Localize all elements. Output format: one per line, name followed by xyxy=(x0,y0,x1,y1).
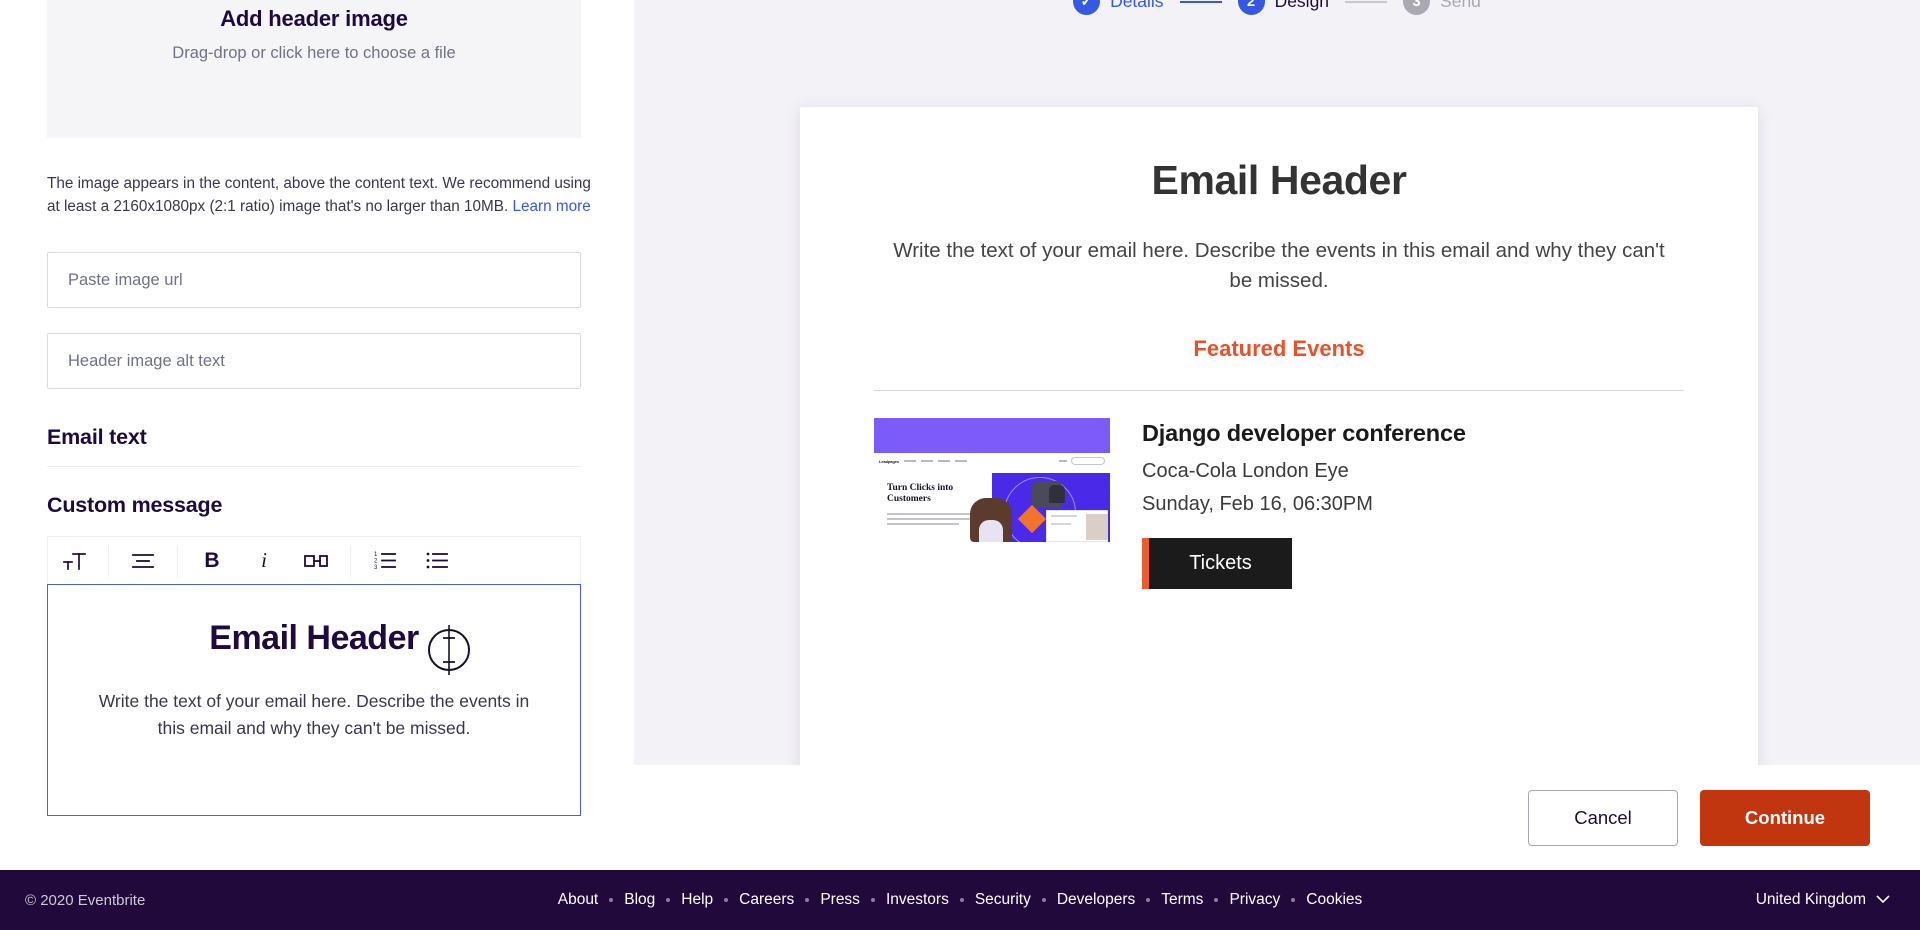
footer-link-security[interactable]: Security xyxy=(964,891,1042,909)
image-url-input[interactable] xyxy=(47,252,581,308)
step-design[interactable]: 2 Design xyxy=(1237,0,1330,15)
rich-text-toolbar: B i 1 2 3 xyxy=(47,536,581,584)
bullet-list-icon xyxy=(425,551,449,570)
toolbar-separator-1 xyxy=(108,544,109,577)
step-details[interactable]: ✓ Details xyxy=(1073,0,1164,15)
learn-more-link[interactable]: Learn more xyxy=(513,198,591,215)
thumbnail-portrait xyxy=(970,498,1012,542)
italic-icon: i xyxy=(261,548,267,572)
toolbar-separator-3 xyxy=(350,544,351,577)
preview-email-paragraph: Write the text of your email here. Descr… xyxy=(893,239,1665,292)
thumbnail-paragraph-lines xyxy=(887,513,979,528)
footer-link-blog[interactable]: Blog xyxy=(613,891,666,909)
toolbar-separator-2 xyxy=(177,544,178,577)
footer-region-selector[interactable]: United Kingdom xyxy=(1756,891,1890,909)
editor-heading-text[interactable]: Email Header xyxy=(86,619,542,658)
footer-link-help[interactable]: Help xyxy=(670,891,724,909)
dropzone-title: Add header image xyxy=(220,6,408,31)
header-image-helper-text: The image appears in the content, above … xyxy=(47,172,592,218)
continue-button[interactable]: Continue xyxy=(1700,789,1870,846)
featured-event-row: Leadpages Turn Clicks into Customers Dja… xyxy=(874,418,1684,589)
step-details-label: Details xyxy=(1110,0,1164,11)
thumbnail-nav-links xyxy=(904,459,967,463)
footer-link-press[interactable]: Press xyxy=(809,891,871,909)
event-date: Sunday, Feb 16, 06:30PM xyxy=(1142,493,1373,515)
wizard-stepper: ✓ Details 2 Design 3 Send xyxy=(634,0,1920,15)
thumbnail-logo-text: Leadpages xyxy=(879,458,899,464)
step-details-badge: ✓ xyxy=(1073,0,1101,15)
site-footer: © 2020 Eventbrite About Blog Help Careers Pr… xyxy=(0,870,1920,930)
email-preview-panel: ✓ Details 2 Design 3 Send Email Header W… xyxy=(634,0,1920,765)
footer-link-about[interactable]: About xyxy=(547,891,610,909)
custom-message-section-title: Custom message xyxy=(47,493,223,517)
step-design-badge: 2 xyxy=(1237,0,1265,15)
text-size-button[interactable] xyxy=(48,538,100,584)
event-name: Django developer conference xyxy=(1142,420,1466,446)
align-button[interactable] xyxy=(117,538,169,584)
tickets-button[interactable]: Tickets xyxy=(1142,538,1292,589)
chevron-down-icon xyxy=(1876,891,1890,909)
email-text-section-title: Email text xyxy=(47,425,147,449)
thumbnail-nav-right xyxy=(1059,457,1105,465)
image-alt-text-input[interactable] xyxy=(47,333,581,389)
custom-message-editor[interactable]: Email Header Write the text of your emai… xyxy=(47,584,581,816)
cancel-button[interactable]: Cancel xyxy=(1528,789,1678,846)
footer-link-cookies[interactable]: Cookies xyxy=(1295,891,1373,909)
thumbnail-navbar: Leadpages xyxy=(874,453,1110,469)
event-details: Django developer conference Coca-Cola Lo… xyxy=(1142,418,1684,589)
helper-text-body: The image appears in the content, above … xyxy=(47,175,591,215)
thumbnail-hero-band xyxy=(874,418,1110,453)
svg-text:3: 3 xyxy=(374,565,378,570)
step-connector-2 xyxy=(1345,0,1388,3)
footer-link-terms[interactable]: Terms xyxy=(1150,891,1214,909)
bullet-list-button[interactable] xyxy=(411,538,463,584)
preview-email-title: Email Header xyxy=(1151,157,1407,203)
thumbnail-nav-cta xyxy=(1071,457,1105,465)
preview-divider xyxy=(874,390,1684,391)
step-send-label: Send xyxy=(1440,0,1481,11)
italic-button[interactable]: i xyxy=(238,538,290,584)
numbered-list-button[interactable]: 1 2 3 xyxy=(359,538,411,584)
step-send[interactable]: 3 Send xyxy=(1403,0,1481,15)
align-icon xyxy=(131,552,155,570)
text-size-icon xyxy=(61,550,87,572)
svg-text:1: 1 xyxy=(374,552,378,558)
preview-featured-events-label: Featured Events xyxy=(1193,336,1365,361)
numbered-list-icon: 1 2 3 xyxy=(373,551,397,570)
editor-body-text[interactable]: Write the text of your email here. Descr… xyxy=(86,688,542,742)
dropzone-subtitle: Drag-drop or click here to choose a file xyxy=(172,44,456,62)
footer-link-privacy[interactable]: Privacy xyxy=(1218,891,1291,909)
eventbrite-email-design-page: Add header image Drag-drop or click here… xyxy=(0,0,1920,930)
step-connector-1 xyxy=(1179,0,1222,3)
section-divider xyxy=(47,466,581,467)
insert-link-button[interactable] xyxy=(290,538,342,584)
event-thumbnail-image: Leadpages Turn Clicks into Customers xyxy=(874,418,1110,542)
link-icon xyxy=(303,553,329,569)
footer-link-developers[interactable]: Developers xyxy=(1046,891,1146,909)
footer-region-label: United Kingdom xyxy=(1755,891,1866,908)
step-send-badge: 3 xyxy=(1403,0,1431,15)
bold-icon: B xyxy=(204,549,220,572)
step-design-label: Design xyxy=(1274,0,1330,11)
email-preview-card: Email Header Write the text of your emai… xyxy=(800,107,1758,765)
event-venue: Coca-Cola London Eye xyxy=(1142,460,1349,482)
footer-link-list: About Blog Help Careers Press Investors Securi… xyxy=(0,891,1920,909)
thumbnail-headline-text: Turn Clicks into Customers xyxy=(887,483,954,504)
footer-link-investors[interactable]: Investors xyxy=(875,891,960,909)
footer-link-careers[interactable]: Careers xyxy=(728,891,805,909)
email-editor-panel: Add header image Drag-drop or click here… xyxy=(0,0,634,870)
form-action-bar: Cancel Continue xyxy=(634,765,1920,870)
thumbnail-body: Turn Clicks into Customers xyxy=(874,469,1110,542)
svg-text:2: 2 xyxy=(374,559,378,565)
header-image-dropzone[interactable]: Add header image Drag-drop or click here… xyxy=(47,0,581,138)
bold-button[interactable]: B xyxy=(186,538,238,584)
